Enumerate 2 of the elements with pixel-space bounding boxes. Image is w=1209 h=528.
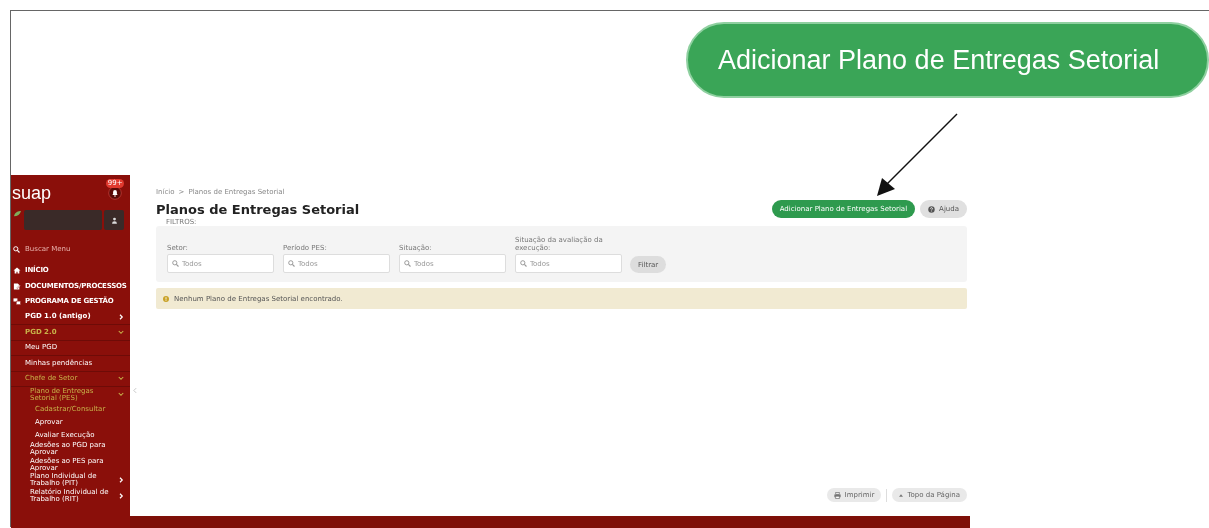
page-title: Planos de Entregas Setorial bbox=[156, 201, 360, 217]
logo: suap bbox=[12, 184, 52, 202]
